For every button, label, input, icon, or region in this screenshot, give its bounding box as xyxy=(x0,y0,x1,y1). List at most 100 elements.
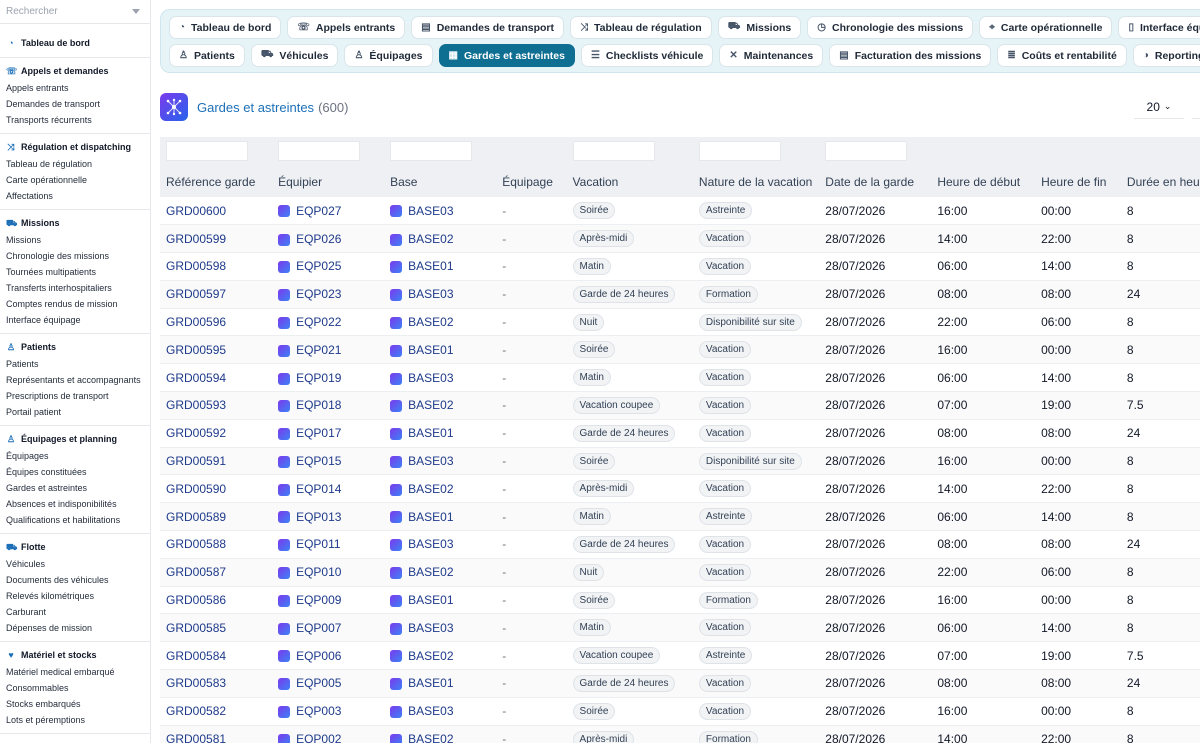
column-header[interactable]: Équipier xyxy=(272,167,385,197)
column-header[interactable]: Base xyxy=(384,167,497,197)
reference-link[interactable]: GRD00596 xyxy=(166,315,226,329)
table-cell[interactable]: GRD00591 xyxy=(160,447,273,476)
table-cell[interactable]: GRD00598 xyxy=(160,252,273,281)
table-row[interactable]: GRD00586 EQP009 BASE01 - Soirée Formation 28/0… xyxy=(160,586,1200,615)
sidebar-section-title[interactable]: ☏ Appels et demandes xyxy=(0,64,150,80)
column-filter-input[interactable] xyxy=(166,141,248,161)
table-cell[interactable]: GRD00599 xyxy=(160,224,273,254)
sidebar-section-title[interactable]: ⛟ Flotte xyxy=(0,540,150,556)
tab-item[interactable]: ♙ Équipages xyxy=(344,44,433,67)
sidebar-item[interactable]: Carburant xyxy=(0,604,150,620)
reference-link[interactable]: GRD00598 xyxy=(166,259,226,273)
cell-value[interactable]: BASE03 xyxy=(408,371,453,385)
sidebar-item[interactable]: Qualifications et habilitations xyxy=(0,512,150,528)
cell-value[interactable]: BASE02 xyxy=(408,398,453,412)
reference-link[interactable]: GRD00589 xyxy=(166,510,226,524)
sidebar-item[interactable]: Carte opérationnelle xyxy=(0,172,150,188)
sidebar-item[interactable]: Tableau de régulation xyxy=(0,156,150,172)
reference-link[interactable]: GRD00587 xyxy=(166,565,226,579)
column-filter-input[interactable] xyxy=(825,141,908,161)
table-cell[interactable]: GRD00588 xyxy=(160,530,273,559)
cell-value[interactable]: BASE01 xyxy=(408,426,453,440)
tab-item[interactable]: ≣ Coûts et rentabilité xyxy=(997,44,1127,67)
cell-value[interactable]: EQP025 xyxy=(296,259,341,273)
cell-value[interactable]: EQP021 xyxy=(296,343,341,357)
table-cell[interactable]: GRD00581 xyxy=(160,725,273,743)
page-number-input[interactable]: 1 xyxy=(1191,95,1200,119)
table-row[interactable]: GRD00584 EQP006 BASE02 - Vacation coupee Astr… xyxy=(160,641,1200,671)
cell-value[interactable]: BASE01 xyxy=(408,510,453,524)
sidebar-item[interactable]: Équipages xyxy=(0,448,150,464)
cell-value[interactable]: BASE02 xyxy=(408,649,453,663)
table-cell[interactable]: GRD00593 xyxy=(160,391,273,420)
sidebar-item[interactable]: Transferts interhospitaliers xyxy=(0,280,150,296)
cell-value[interactable]: BASE02 xyxy=(408,565,453,579)
sidebar-search[interactable]: Rechercher xyxy=(0,0,150,24)
table-cell[interactable]: GRD00596 xyxy=(160,308,273,337)
table-row[interactable]: GRD00581 EQP002 BASE02 - Après-midi Formation… xyxy=(160,725,1200,743)
cell-value[interactable]: BASE01 xyxy=(408,593,453,607)
tab-item[interactable]: ⛟ Missions xyxy=(717,16,802,39)
cell-value[interactable]: BASE02 xyxy=(408,315,453,329)
table-cell[interactable]: GRD00584 xyxy=(160,641,273,671)
column-header[interactable]: Date de la garde xyxy=(819,167,932,197)
reference-link[interactable]: GRD00582 xyxy=(166,704,226,718)
column-filter-input[interactable] xyxy=(390,141,473,161)
column-filter-input[interactable] xyxy=(278,141,361,161)
reference-link[interactable]: GRD00599 xyxy=(166,232,226,246)
reference-link[interactable]: GRD00594 xyxy=(166,371,226,385)
tab-item[interactable]: ▦ Gardes et astreintes xyxy=(438,44,575,67)
column-header[interactable]: Heure de fin xyxy=(1035,167,1121,197)
sidebar-item[interactable]: Affectations xyxy=(0,188,150,204)
reference-link[interactable]: GRD00588 xyxy=(166,537,226,551)
sidebar-item[interactable]: Interface équipage xyxy=(0,312,150,328)
cell-value[interactable]: EQP017 xyxy=(296,426,341,440)
table-cell[interactable]: GRD00585 xyxy=(160,613,273,643)
column-header[interactable]: Heure de début xyxy=(931,167,1036,197)
sidebar-item[interactable]: Comptes rendus de mission xyxy=(0,296,150,312)
reference-link[interactable]: GRD00583 xyxy=(166,676,226,690)
tab-item[interactable]: ◷ Chronologie des missions xyxy=(807,16,974,39)
sidebar-section-title[interactable]: ♥ Matériel et stocks xyxy=(0,648,150,664)
cell-value[interactable]: BASE02 xyxy=(408,732,453,743)
cell-value[interactable]: EQP003 xyxy=(296,704,341,718)
sidebar-item[interactable]: Missions xyxy=(0,232,150,248)
per-page-select[interactable]: 20 ⌄ xyxy=(1133,95,1184,119)
cell-value[interactable]: EQP027 xyxy=(296,204,341,218)
reference-link[interactable]: GRD00585 xyxy=(166,621,226,635)
sidebar-item[interactable]: Appels entrants xyxy=(0,80,150,96)
column-header[interactable]: Équipage xyxy=(496,167,567,197)
tab-item[interactable]: ⌖ Carte opérationnelle xyxy=(979,16,1113,39)
sidebar-section-title[interactable]: ♙ Patients xyxy=(0,340,150,356)
sidebar-section-title[interactable]: ⛟ Missions xyxy=(0,216,150,232)
cell-value[interactable]: BASE03 xyxy=(408,704,453,718)
column-header[interactable]: Nature de la vacation xyxy=(692,167,820,197)
sidebar-item[interactable]: Consommables xyxy=(0,680,150,696)
table-row[interactable]: GRD00592 EQP017 BASE01 - Garde de 24 heures V… xyxy=(160,419,1200,448)
cell-value[interactable]: BASE03 xyxy=(408,204,453,218)
cell-value[interactable]: EQP015 xyxy=(296,454,341,468)
cell-value[interactable]: EQP011 xyxy=(296,537,340,551)
cell-value[interactable]: EQP007 xyxy=(296,621,341,635)
table-row[interactable]: GRD00585 EQP007 BASE03 - Matin Vacation 28/07/… xyxy=(160,613,1200,643)
cell-value[interactable]: EQP005 xyxy=(296,676,341,690)
sidebar-item[interactable]: Relevés kilométriques xyxy=(0,588,150,604)
cell-value[interactable]: EQP026 xyxy=(296,232,341,246)
reference-link[interactable]: GRD00586 xyxy=(166,593,226,607)
sidebar-item[interactable]: Représentants et accompagnants xyxy=(0,372,150,388)
table-row[interactable]: GRD00598 EQP025 BASE01 - Matin Vacation 28/07/… xyxy=(160,252,1200,281)
table-row[interactable]: GRD00591 EQP015 BASE03 - Soirée Disponibilité… xyxy=(160,447,1200,476)
table-row[interactable]: GRD00594 EQP019 BASE03 - Matin Vacation 28/07/… xyxy=(160,363,1200,393)
table-row[interactable]: GRD00587 EQP010 BASE02 - Nuit Vacation 28/07/2… xyxy=(160,558,1200,587)
column-filter-input[interactable] xyxy=(698,141,781,161)
cell-value[interactable]: BASE03 xyxy=(408,621,453,635)
table-row[interactable]: GRD00596 EQP022 BASE02 - Nuit Disponibilité s… xyxy=(160,308,1200,337)
table-cell[interactable]: GRD00583 xyxy=(160,669,273,698)
table-row[interactable]: GRD00583 EQP005 BASE01 - Garde de 24 heures V… xyxy=(160,669,1200,698)
reference-link[interactable]: GRD00591 xyxy=(166,454,226,468)
cell-value[interactable]: BASE03 xyxy=(408,537,453,551)
table-cell[interactable]: GRD00594 xyxy=(160,363,273,393)
sidebar-item[interactable]: Véhicules xyxy=(0,556,150,572)
sidebar-item[interactable]: Équipes constituées xyxy=(0,464,150,480)
sidebar-item[interactable]: Documents des véhicules xyxy=(0,572,150,588)
